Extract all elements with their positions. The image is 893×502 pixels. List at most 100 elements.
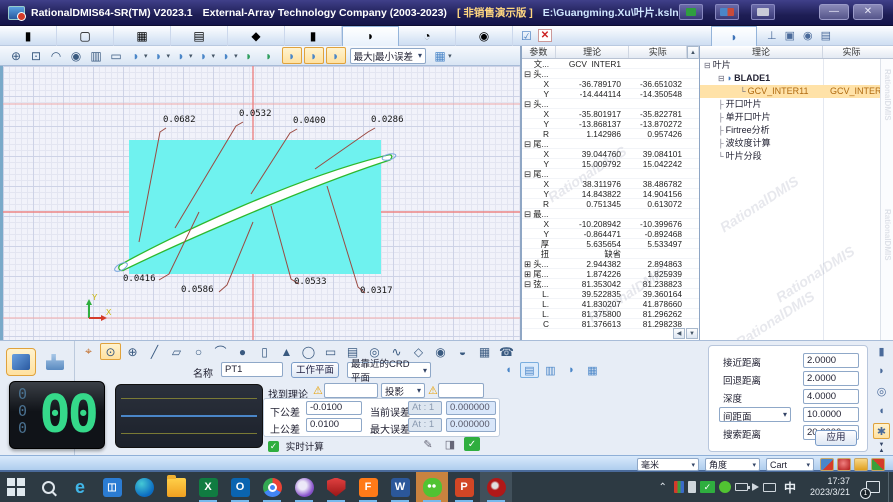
expand-icon[interactable]: ├ <box>718 126 724 135</box>
outlook-icon[interactable]: O <box>224 472 256 502</box>
table-row[interactable]: 厚 5.635654 5.533497 <box>522 239 699 249</box>
expand-icon[interactable]: ⊟ <box>718 74 725 83</box>
table-row[interactable]: X 39.044760 39.084101 <box>522 149 699 159</box>
tray-expand-icon[interactable]: ⌃ <box>654 482 672 493</box>
tree-item[interactable]: ⊟◗BLADE1 <box>700 72 893 85</box>
tab-output[interactable]: ▤ <box>171 26 228 46</box>
defender-icon[interactable] <box>320 472 352 502</box>
chrome-icon[interactable] <box>256 472 288 502</box>
tray-volume-icon[interactable] <box>752 483 759 491</box>
table-row[interactable]: ⊞ 头... 2.944382 2.894863 <box>522 259 699 269</box>
apply-button[interactable]: 应用 <box>815 430 857 446</box>
dropdown-caret-icon[interactable]: ▾ <box>144 52 148 60</box>
confirm-check-icon[interactable]: ✓ <box>464 437 480 451</box>
line-icon[interactable]: ╱ <box>144 343 165 360</box>
table-row[interactable]: L. 41.830207 41.878660 <box>522 299 699 309</box>
word-icon[interactable]: W <box>384 472 416 502</box>
powerpoint-icon[interactable]: P <box>448 472 480 502</box>
blade-fit-icon[interactable]: ◗ <box>216 47 236 64</box>
scroll-down-button[interactable]: ▼ <box>686 328 698 339</box>
camera-icon[interactable]: ◉ <box>803 31 813 42</box>
tree-item[interactable]: └◗叶片分段 <box>700 150 893 163</box>
blade-display-toggle-3[interactable]: ◗ <box>326 47 346 64</box>
error-filter-dropdown[interactable]: 最大|最小误差 <box>350 48 426 64</box>
tree-col-theoretical[interactable]: 理论 <box>700 46 823 58</box>
tree-item[interactable]: └◗GCV_INTER11GCV_INTER11 <box>700 85 893 98</box>
list-view-icon[interactable]: ▥ <box>541 362 560 378</box>
projection-dropdown[interactable]: 投影 <box>381 383 425 398</box>
tab-report[interactable]: ▦ <box>114 26 171 46</box>
arc-icon[interactable]: ⌒ <box>210 343 231 360</box>
graphics-viewport[interactable]: Y X 0.0682 0.0532 0.0400 0.0286 0.0416 0… <box>0 66 520 340</box>
palette-icon[interactable]: ▦ <box>430 47 450 64</box>
plane-icon[interactable]: ▱ <box>166 343 187 360</box>
tree-item[interactable]: ├◗Firtree分析 <box>700 124 893 137</box>
tab-graphics[interactable]: ◆ <box>228 26 285 46</box>
window-icon[interactable]: ▣ <box>785 31 795 42</box>
find-theoretical-input[interactable] <box>324 383 378 398</box>
graph-view-icon[interactable]: ▤ <box>520 362 539 378</box>
table-row[interactable]: Y 15.009792 15.042242 <box>522 159 699 169</box>
hook-icon[interactable]: ☎ <box>496 343 517 360</box>
slot-icon[interactable]: ▭ <box>320 343 341 360</box>
table-row[interactable]: ⊟ 尾... <box>522 139 699 149</box>
paint3d-icon[interactable] <box>288 472 320 502</box>
file-explorer-icon[interactable] <box>160 472 192 502</box>
robot-link-icon[interactable] <box>751 4 775 20</box>
dropdown-caret-icon[interactable]: ▾ <box>448 52 452 60</box>
ime-indicator[interactable]: 中 <box>778 479 802 496</box>
tab-blade[interactable]: ◗ <box>342 26 399 46</box>
ruler-mode-button[interactable] <box>40 348 70 376</box>
probe-count-icon[interactable]: ◖ <box>499 362 518 378</box>
param-value-input[interactable]: 2.0000 <box>803 353 859 368</box>
strip-search-icon[interactable]: ◎ <box>873 383 890 399</box>
strip-case-icon[interactable]: ▮ <box>873 343 890 359</box>
nut-icon[interactable]: ◉ <box>430 343 451 360</box>
capture-image-icon[interactable]: ▥ <box>86 47 106 64</box>
upper-tolerance-input[interactable]: 0.0100 <box>306 418 362 432</box>
ie-icon[interactable]: e <box>64 472 96 502</box>
taskbar-clock[interactable]: 17:37 2023/3/21 <box>802 476 858 498</box>
axis-point-icon[interactable]: ⊕ <box>122 343 143 360</box>
edit-result-icon[interactable]: ✎ <box>420 437 436 451</box>
angle-dropdown[interactable]: 角度 <box>705 458 760 471</box>
col-actual[interactable]: 实际 <box>629 46 687 58</box>
feature-name-input[interactable] <box>221 362 283 377</box>
tray-gamepad-icon[interactable] <box>674 481 684 493</box>
status-probe-icon[interactable] <box>854 458 868 471</box>
realtime-checkbox[interactable] <box>268 441 279 452</box>
screen-icon[interactable]: ▭ <box>106 47 126 64</box>
ellipse-icon[interactable]: ◯ <box>298 343 319 360</box>
coord-dropdown[interactable]: Cart <box>766 458 814 471</box>
tree-item[interactable]: ⊟◗叶片 <box>700 59 893 72</box>
blade-align-icon[interactable]: ◗ <box>239 47 259 64</box>
workplane-button[interactable]: 工作平面 <box>291 362 339 378</box>
table-row[interactable]: L. 81.375800 81.296262 <box>522 309 699 319</box>
show-desktop-button[interactable] <box>888 472 893 502</box>
machine-status-icon[interactable] <box>679 4 703 20</box>
table-row[interactable]: ⊟ 尾... <box>522 169 699 179</box>
dropdown-caret-icon[interactable]: ▾ <box>189 52 193 60</box>
app-icon[interactable] <box>8 6 25 20</box>
table-row[interactable]: ⊟ 最... <box>522 209 699 219</box>
sphere-icon[interactable]: ● <box>232 343 253 360</box>
zoom-window-icon[interactable]: ⊡ <box>26 47 46 64</box>
probe-small-icon[interactable]: ◨ <box>442 437 458 451</box>
units-dropdown[interactable]: 毫米 <box>637 458 699 471</box>
theoretical-value-input[interactable] <box>438 383 484 398</box>
tray-network-icon[interactable] <box>763 483 776 492</box>
blade-section-icon[interactable]: ◗ <box>149 47 169 64</box>
table-row[interactable]: 文... GCV_INTER1 <box>522 59 699 69</box>
table-row[interactable]: R 1.142986 0.957426 <box>522 129 699 139</box>
collapse-arrows-icon[interactable]: ▼▲ <box>879 442 885 454</box>
solve-method-dropdown[interactable]: 最靠近的CRD平面 <box>347 362 431 378</box>
expand-icon[interactable]: ├ <box>718 100 724 109</box>
axes-icon[interactable]: ⊥ <box>767 31 777 42</box>
table-row[interactable]: X -10.208942 -10.399676 <box>522 219 699 229</box>
search-icon[interactable] <box>32 472 64 502</box>
table-row[interactable]: X -36.789170 -36.651032 <box>522 79 699 89</box>
table-row[interactable]: Y -14.444114 -14.350548 <box>522 89 699 99</box>
expand-icon[interactable]: ⊟ <box>704 61 711 70</box>
tree-item[interactable]: ├◗开口叶片 <box>700 98 893 111</box>
status-machine-icon[interactable] <box>871 458 885 471</box>
